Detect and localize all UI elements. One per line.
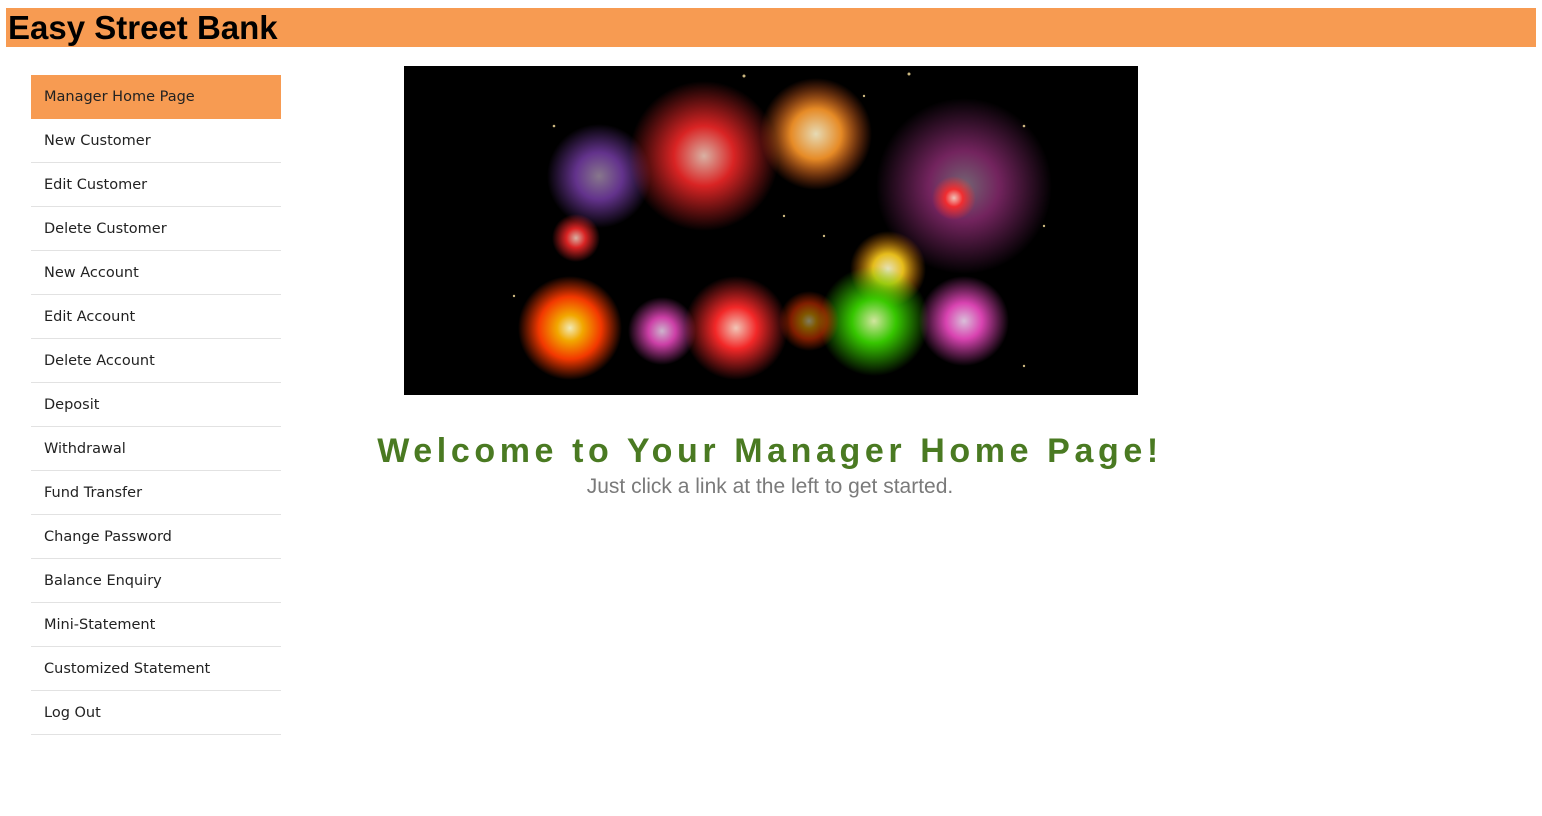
sidebar-item-deposit[interactable]: Deposit: [31, 383, 281, 427]
sidebar-item-fund-transfer[interactable]: Fund Transfer: [31, 471, 281, 515]
sidebar-item-delete-account[interactable]: Delete Account: [31, 339, 281, 383]
sidebar-item-balance-enquiry[interactable]: Balance Enquiry: [31, 559, 281, 603]
sidebar-item-new-customer[interactable]: New Customer: [31, 119, 281, 163]
sidebar-item-log-out[interactable]: Log Out: [31, 691, 281, 735]
welcome-heading: Welcome to Your Manager Home Page!: [377, 432, 1163, 470]
sidebar-item-withdrawal[interactable]: Withdrawal: [31, 427, 281, 471]
sidebar-item-customized-statement[interactable]: Customized Statement: [31, 647, 281, 691]
sidebar-item-change-password[interactable]: Change Password: [31, 515, 281, 559]
sidebar-item-delete-customer[interactable]: Delete Customer: [31, 207, 281, 251]
fireworks-illustration: [404, 66, 1138, 395]
welcome-subtext: Just click a link at the left to get sta…: [586, 475, 954, 498]
sidebar-item-new-account[interactable]: New Account: [31, 251, 281, 295]
sidebar-item-edit-customer[interactable]: Edit Customer: [31, 163, 281, 207]
page-header: Easy Street Bank: [6, 8, 1536, 47]
sidebar-item-edit-account[interactable]: Edit Account: [31, 295, 281, 339]
sidebar-nav: Manager Home Page New Customer Edit Cust…: [31, 75, 281, 735]
site-title: Easy Street Bank: [8, 9, 278, 46]
fireworks-banner-image: [404, 66, 1138, 395]
sidebar-item-mini-statement[interactable]: Mini-Statement: [31, 603, 281, 647]
sidebar-item-manager-home-page[interactable]: Manager Home Page: [31, 75, 281, 119]
